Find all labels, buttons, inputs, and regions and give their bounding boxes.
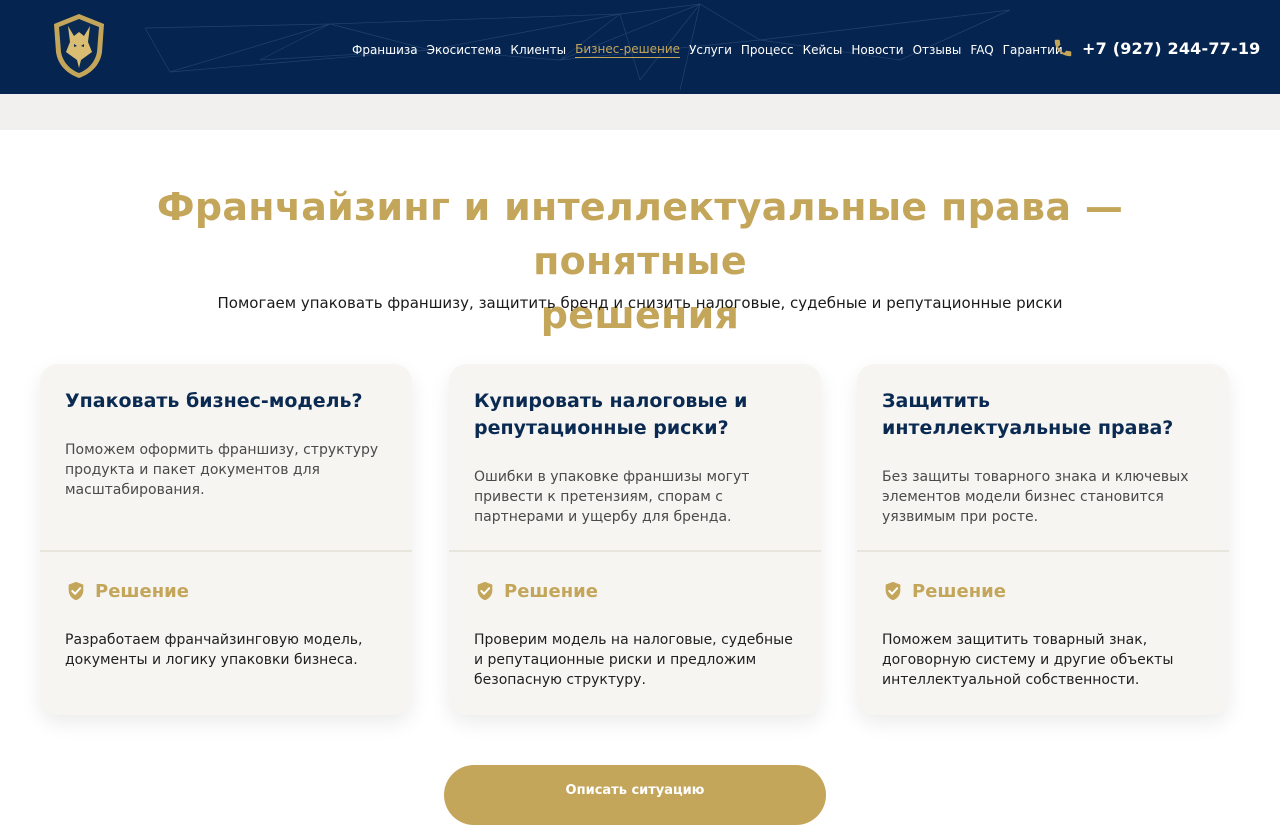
solution-heading: Решение (474, 580, 598, 602)
service-card-packaging: Упаковать бизнес-модель? Поможем оформит… (40, 364, 412, 715)
shield-check-icon (68, 581, 84, 601)
card-description: Без защиты товарного знака и ключевых эл… (882, 469, 1189, 525)
nav-item-franchise[interactable]: Франшиза (352, 43, 418, 57)
solution-text: Разработаем франчайзинговую модель, доку… (65, 632, 363, 668)
card-description: Ошибки в упаковке франшизы могут привест… (474, 469, 750, 525)
nav-item-faq[interactable]: FAQ (970, 43, 993, 57)
nav-item-ecosystem[interactable]: Экосистема (427, 43, 502, 57)
card-divider (857, 550, 1229, 552)
solution-text: Поможем защитить товарный знак, договорн… (882, 632, 1174, 688)
page-title: Франчайзинг и интеллектуальные права — п… (80, 180, 1200, 342)
solution-heading: Решение (65, 580, 189, 602)
solution-text: Проверим модель на налоговые, судебные и… (474, 632, 793, 688)
card-divider (449, 550, 821, 552)
service-card-risks: Купировать налоговые и репутационные рис… (449, 364, 821, 715)
nav-item-reviews[interactable]: Отзывы (913, 43, 962, 57)
nav-item-clients[interactable]: Клиенты (510, 43, 566, 57)
header-band (0, 94, 1280, 130)
service-card-ip-rights: Защитить интеллектуальные права? Без защ… (857, 364, 1229, 715)
shield-check-icon (477, 581, 493, 601)
phone-number: +7 (927) 244-77-19 (1082, 38, 1261, 58)
card-description: Поможем оформить франшизу, структуру про… (65, 442, 379, 498)
wolf-shield-logo[interactable] (50, 12, 108, 80)
describe-situation-button[interactable]: Описать ситуацию (444, 765, 826, 825)
shield-check-icon (885, 581, 901, 601)
nav-item-cases[interactable]: Кейсы (803, 43, 843, 57)
card-title: Упаковать бизнес-модель? (65, 390, 363, 412)
nav-item-services[interactable]: Услуги (689, 43, 732, 57)
card-title: Защитить интеллектуальные права? (882, 390, 1174, 439)
nav-item-business-solution[interactable]: Бизнес-решение (575, 42, 681, 58)
solution-heading: Решение (882, 580, 1006, 602)
nav-item-news[interactable]: Новости (851, 43, 903, 57)
page-title-line-1: Франчайзинг и интеллектуальные права — п… (156, 185, 1124, 283)
nav-item-process[interactable]: Процесс (741, 43, 794, 57)
card-divider (40, 550, 412, 552)
solution-label: Решение (95, 580, 189, 602)
main-nav: Франшиза Экосистема Клиенты Бизнес-решен… (352, 40, 1072, 60)
phone-link[interactable]: +7 (927) 244-77-19 (1052, 36, 1261, 60)
solution-label: Решение (504, 580, 598, 602)
card-title: Купировать налоговые и репутационные рис… (474, 390, 748, 439)
site-header: Франшиза Экосистема Клиенты Бизнес-решен… (0, 0, 1280, 94)
solution-label: Решение (912, 580, 1006, 602)
page-subtitle: Помогаем упаковать франшизу, защитить бр… (217, 294, 1063, 312)
phone-icon (1054, 39, 1072, 57)
